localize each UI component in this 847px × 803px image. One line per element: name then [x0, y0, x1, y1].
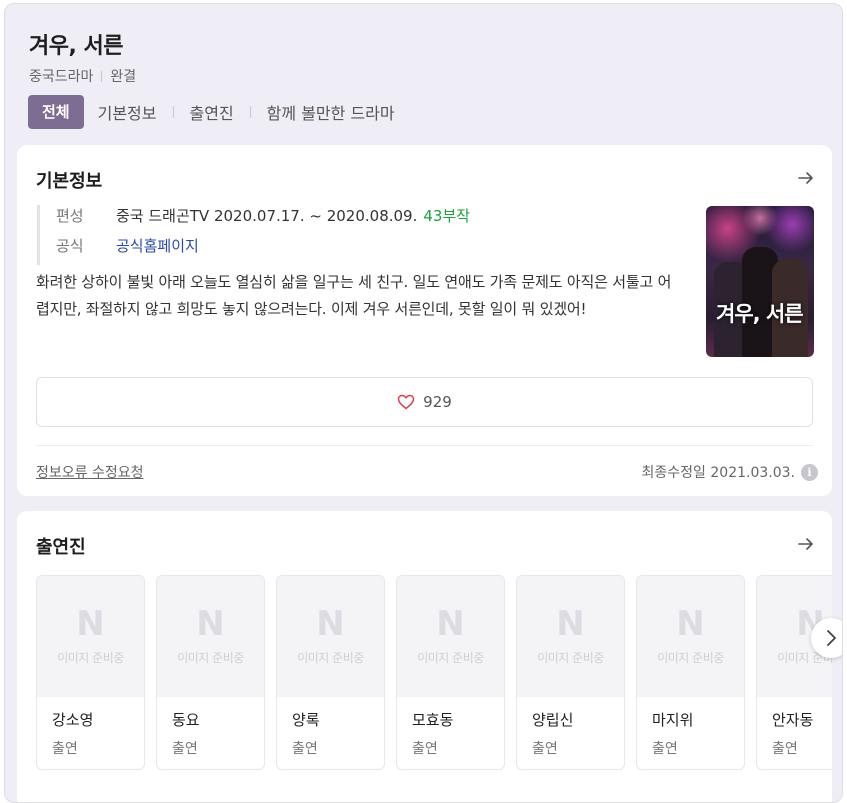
naver-logo-icon: N — [676, 604, 705, 644]
cast-name: 양록 — [292, 711, 320, 729]
placeholder-text: 이미지 준비중 — [417, 651, 484, 665]
cast-role: 출연 — [172, 741, 198, 757]
cast-role: 출연 — [292, 741, 318, 757]
basic-info-card: 기본정보 편성 중국 드래곤TV 2020.07.17. ~ 2020.08.0… — [17, 145, 832, 496]
broadcast-value: 중국 드래곤TV 2020.07.17. ~ 2020.08.09. — [116, 207, 418, 225]
poster-title: 겨우, 서른 — [716, 302, 804, 326]
heart-icon — [397, 394, 415, 410]
cast-item[interactable]: N 이미지 준비중 양립신 출연 — [516, 575, 625, 770]
cast-item[interactable]: N 이미지 준비중 마지위 출연 — [636, 575, 745, 770]
cast-photo-placeholder: N 이미지 준비중 — [37, 576, 144, 697]
tab-recommended[interactable]: 함께 볼만한 드라마 — [267, 100, 395, 124]
cast-name: 마지위 — [652, 711, 694, 729]
cast-name: 양립신 — [532, 711, 574, 729]
naver-logo-icon: N — [76, 604, 105, 644]
official-homepage-link[interactable]: 공식홈페이지 — [116, 235, 199, 256]
cast-role: 출연 — [52, 741, 78, 757]
arrow-right-icon[interactable] — [796, 534, 816, 554]
cast-title: 출연진 — [36, 537, 86, 558]
cast-list: N 이미지 준비중 강소영 출연 N 이미지 준비중 동요 출연 N 이미지 준… — [36, 575, 832, 770]
status-text: 완결 — [110, 69, 137, 85]
cast-role: 출연 — [772, 741, 798, 757]
tab-cast[interactable]: 출연진 — [190, 100, 234, 124]
info-icon[interactable]: i — [801, 463, 818, 481]
cast-photo-placeholder: N 이미지 준비중 — [397, 576, 504, 697]
divider — [101, 70, 103, 82]
drama-panel: 겨우, 서른 중국드라마 완결 전체 기본정보 출연진 함께 볼만한 드라마 기… — [4, 3, 843, 803]
poster-image[interactable]: 겨우, 서른 — [706, 206, 814, 357]
cast-photo-placeholder: N 이미지 준비중 — [517, 576, 624, 697]
cast-card: 출연진 N 이미지 준비중 강소영 출연 N 이미지 준비중 동요 출연 N 이… — [17, 511, 832, 802]
arrow-right-icon[interactable] — [796, 168, 816, 188]
naver-logo-icon: N — [316, 604, 345, 644]
cast-role: 출연 — [412, 741, 438, 757]
cast-photo-placeholder: N 이미지 준비중 — [157, 576, 264, 697]
cast-photo-placeholder: N 이미지 준비중 — [277, 576, 384, 697]
like-count: 929 — [423, 393, 452, 411]
last-updated-text: 최종수정일 2021.03.03. — [641, 465, 795, 481]
tab-divider — [172, 106, 174, 118]
tab-divider — [249, 106, 251, 118]
cast-item[interactable]: N 이미지 준비중 양록 출연 — [276, 575, 385, 770]
cast-role: 출연 — [652, 741, 678, 757]
cast-name: 모효동 — [412, 711, 454, 729]
naver-logo-icon: N — [196, 604, 225, 644]
carousel-next-button[interactable] — [811, 618, 842, 658]
cast-item[interactable]: N 이미지 준비중 강소영 출연 — [36, 575, 145, 770]
tab-all[interactable]: 전체 — [28, 95, 84, 129]
cast-item[interactable]: N 이미지 준비중 안자동 출연 — [756, 575, 832, 770]
info-block: 편성 중국 드래곤TV 2020.07.17. ~ 2020.08.09. 43… — [37, 205, 470, 265]
episode-count: 43부작 — [423, 207, 471, 225]
cast-name: 강소영 — [52, 711, 94, 729]
naver-logo-icon: N — [556, 604, 585, 644]
genre-text: 중국드라마 — [29, 69, 94, 85]
chevron-right-icon — [827, 630, 836, 646]
page-title: 겨우, 서른 — [29, 34, 123, 59]
cast-item[interactable]: N 이미지 준비중 모효동 출연 — [396, 575, 505, 770]
last-updated: 최종수정일 2021.03.03. i — [642, 462, 818, 482]
placeholder-text: 이미지 준비중 — [657, 651, 724, 665]
naver-logo-icon: N — [436, 604, 465, 644]
placeholder-text: 이미지 준비중 — [297, 651, 364, 665]
report-error-link[interactable]: 정보오류 수정요청 — [36, 462, 144, 482]
placeholder-text: 이미지 준비중 — [177, 651, 244, 665]
cast-name: 안자동 — [772, 711, 814, 729]
tab-bar: 전체 기본정보 출연진 함께 볼만한 드라마 — [28, 95, 395, 129]
like-button[interactable]: 929 — [36, 377, 813, 427]
broadcast-row: 편성 중국 드래곤TV 2020.07.17. ~ 2020.08.09. 43… — [56, 205, 470, 235]
cast-photo-placeholder: N 이미지 준비중 — [637, 576, 744, 697]
official-label: 공식 — [56, 237, 84, 255]
tab-basic-info[interactable]: 기본정보 — [98, 100, 157, 124]
placeholder-text: 이미지 준비중 — [537, 651, 604, 665]
subtitle-line: 중국드라마 완결 — [29, 66, 136, 86]
cast-item[interactable]: N 이미지 준비중 동요 출연 — [156, 575, 265, 770]
cast-role: 출연 — [532, 741, 558, 757]
divider — [36, 445, 813, 446]
synopsis-text: 화려한 상하이 불빛 아래 오늘도 열심히 삶을 일구는 세 친구. 일도 연애… — [36, 273, 672, 318]
basic-info-title: 기본정보 — [36, 171, 103, 192]
broadcast-label: 편성 — [56, 207, 84, 225]
official-row: 공식 공식홈페이지 — [56, 235, 470, 265]
cast-name: 동요 — [172, 711, 200, 729]
placeholder-text: 이미지 준비중 — [57, 651, 124, 665]
